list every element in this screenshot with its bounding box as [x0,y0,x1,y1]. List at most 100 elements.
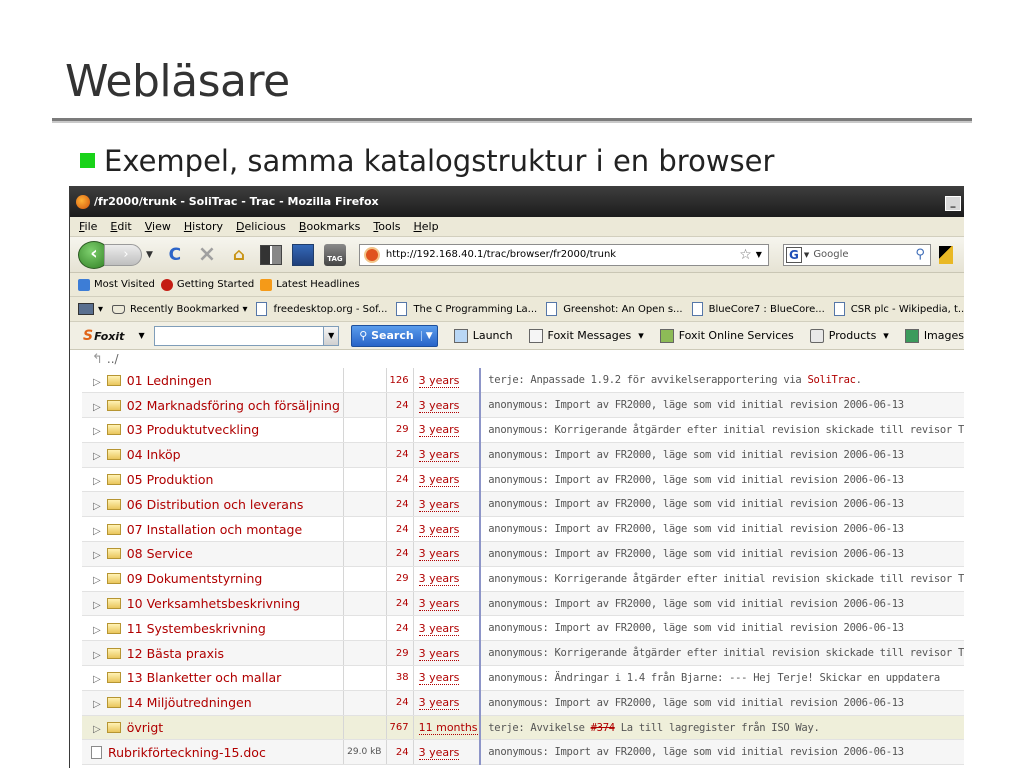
search-dropdown-icon[interactable]: ▼ [420,330,437,341]
expand-arrow-icon[interactable]: ▷ [93,699,101,710]
entry-name-link[interactable]: 05 Produktion [127,472,214,487]
foxit-search-input[interactable]: ▼ [153,325,340,346]
entry-name-link[interactable]: 06 Distribution och leverans [127,497,304,512]
expand-arrow-icon[interactable]: ▷ [93,724,101,735]
entry-revision-link[interactable]: 29 [386,640,414,667]
entry-revision-link[interactable]: 24 [386,591,414,617]
expand-arrow-icon[interactable]: ▷ [93,402,101,413]
history-dropdown-icon[interactable]: ▼ [146,250,153,260]
entry-revision-link[interactable]: 767 [386,715,414,741]
menu-delicious[interactable]: Delicious [236,220,286,233]
entry-revision-link[interactable]: 24 [386,516,414,543]
entry-age-link[interactable]: 3 years [418,547,460,562]
parent-directory-link[interactable]: ↰ ../ [82,350,964,368]
menu-tools[interactable]: Tools [373,220,400,233]
entry-name-link[interactable]: Rubrikförteckning-15.doc [108,745,266,760]
entry-name-link[interactable]: 01 Ledningen [127,373,212,388]
entry-age-link[interactable]: 3 years [418,373,460,388]
foxit-online-services-button[interactable]: Foxit Online Services [659,328,794,343]
bookmark-freedesktop[interactable]: freedesktop.org - Sof... [256,302,387,316]
bookmark-c-programming[interactable]: The C Programming La... [396,302,537,316]
expand-arrow-icon[interactable]: ▷ [93,526,101,537]
entry-name-link[interactable]: 04 Inköp [127,447,181,462]
entry-revision-link[interactable]: 24 [386,615,414,642]
bookmark-csr[interactable]: CSR plc - Wikipedia, t... [833,302,964,316]
entry-age-link[interactable]: 3 years [418,671,460,686]
log-link[interactable]: #374 [591,722,615,734]
menu-bookmarks[interactable]: Bookmarks [299,220,360,233]
bookmark-greenshot[interactable]: Greenshot: An Open s... [546,302,683,316]
menu-history[interactable]: History [184,220,223,233]
expand-arrow-icon[interactable]: ▷ [93,550,101,561]
search-input[interactable]: Google [813,249,915,260]
bookmark-getting-started[interactable]: Getting Started [160,278,254,291]
url-bar[interactable]: http://192.168.40.1/trac/browser/fr2000/… [358,243,769,266]
entry-age-link[interactable]: 3 years [418,696,460,711]
entry-name-link[interactable]: övrigt [127,720,164,735]
expand-arrow-icon[interactable]: ▷ [93,674,101,685]
entry-name-link[interactable]: 10 Verksamhetsbeskrivning [127,596,301,611]
forward-button[interactable]: › [104,243,142,266]
entry-name-link[interactable]: 13 Blanketter och mallar [127,670,282,685]
bookmark-bluecore[interactable]: BlueCore7 : BlueCore... [691,302,825,316]
entry-name-link[interactable]: 12 Bästa praxis [127,646,224,661]
entry-name-link[interactable]: 07 Installation och montage [127,522,302,537]
bookmark-star-icon[interactable]: ☆ [739,247,752,263]
menu-help[interactable]: Help [414,220,439,233]
entry-revision-link[interactable]: 24 [386,491,414,518]
foxit-launch-button[interactable]: Launch [453,328,513,343]
chevron-down-icon[interactable]: ▼ [323,326,339,345]
entry-age-link[interactable]: 3 years [418,448,460,463]
entry-revision-link[interactable]: 29 [386,566,414,592]
entry-age-link[interactable]: 3 years [418,646,460,661]
entry-age-link[interactable]: 3 years [418,745,460,760]
entry-age-link[interactable]: 3 years [418,423,460,438]
entry-revision-link[interactable]: 24 [386,541,414,567]
tag-icon[interactable]: TAG [323,243,346,266]
foxit-messages-button[interactable]: Foxit Messages ▾ [528,328,644,343]
expand-arrow-icon[interactable]: ▷ [93,501,101,512]
screenshot-tool-icon[interactable] [259,244,282,266]
entry-revision-link[interactable]: 24 [386,739,414,766]
entry-age-link[interactable]: 3 years [418,522,460,537]
bookmark-latest-headlines[interactable]: Latest Headlines [260,278,360,291]
expand-arrow-icon[interactable]: ▷ [93,377,101,388]
entry-name-link[interactable]: 03 Produktutveckling [127,422,260,437]
entry-age-link[interactable]: 3 years [418,597,460,612]
search-engine-dropdown-icon[interactable]: ▼ [804,251,809,259]
entry-name-link[interactable]: 14 Miljöutredningen [127,695,252,710]
entry-revision-link[interactable]: 38 [386,665,414,691]
entry-revision-link[interactable]: 24 [386,467,414,493]
google-icon[interactable]: G [785,246,802,263]
expand-arrow-icon[interactable]: ▷ [93,650,101,661]
menu-view[interactable]: View [145,220,171,233]
menu-file[interactable]: File [79,220,97,233]
entry-age-link[interactable]: 3 years [418,621,460,636]
bookmark-recently-bookmarked[interactable]: Recently Bookmarked ▾ [112,304,247,315]
entry-age-link[interactable]: 11 months [418,721,478,736]
expand-arrow-icon[interactable]: ▷ [93,476,101,487]
entry-revision-link[interactable]: 29 [386,417,414,443]
reload-icon[interactable]: C [164,244,186,266]
entry-name-link[interactable]: 08 Service [127,546,193,561]
url-text[interactable]: http://192.168.40.1/trac/browser/fr2000/… [386,249,739,260]
sidebar-tool-icon[interactable] [291,243,314,266]
foxit-search-button[interactable]: ⚲ Search ▼ [351,324,438,347]
foxit-images-button[interactable]: Images [904,328,964,343]
expand-arrow-icon[interactable]: ▷ [93,600,101,611]
entry-revision-link[interactable]: 24 [386,442,414,468]
entry-age-link[interactable]: 3 years [418,497,460,512]
entry-name-link[interactable]: 09 Dokumentstyrning [127,571,263,586]
minimize-button[interactable]: _ [945,196,961,211]
expand-arrow-icon[interactable]: ▷ [93,451,101,462]
menu-edit[interactable]: Edit [110,220,131,233]
search-icon[interactable]: ⚲ [915,247,925,262]
entry-revision-link[interactable]: 126 [386,368,414,394]
expand-arrow-icon[interactable]: ▷ [93,625,101,636]
stop-icon[interactable]: × [196,242,218,267]
entry-revision-link[interactable]: 24 [386,690,414,716]
entry-age-link[interactable]: 3 years [418,473,460,488]
log-link[interactable]: SoliTrac [807,374,855,386]
highlighter-icon[interactable] [938,245,953,264]
expand-arrow-icon[interactable]: ▷ [93,575,101,586]
